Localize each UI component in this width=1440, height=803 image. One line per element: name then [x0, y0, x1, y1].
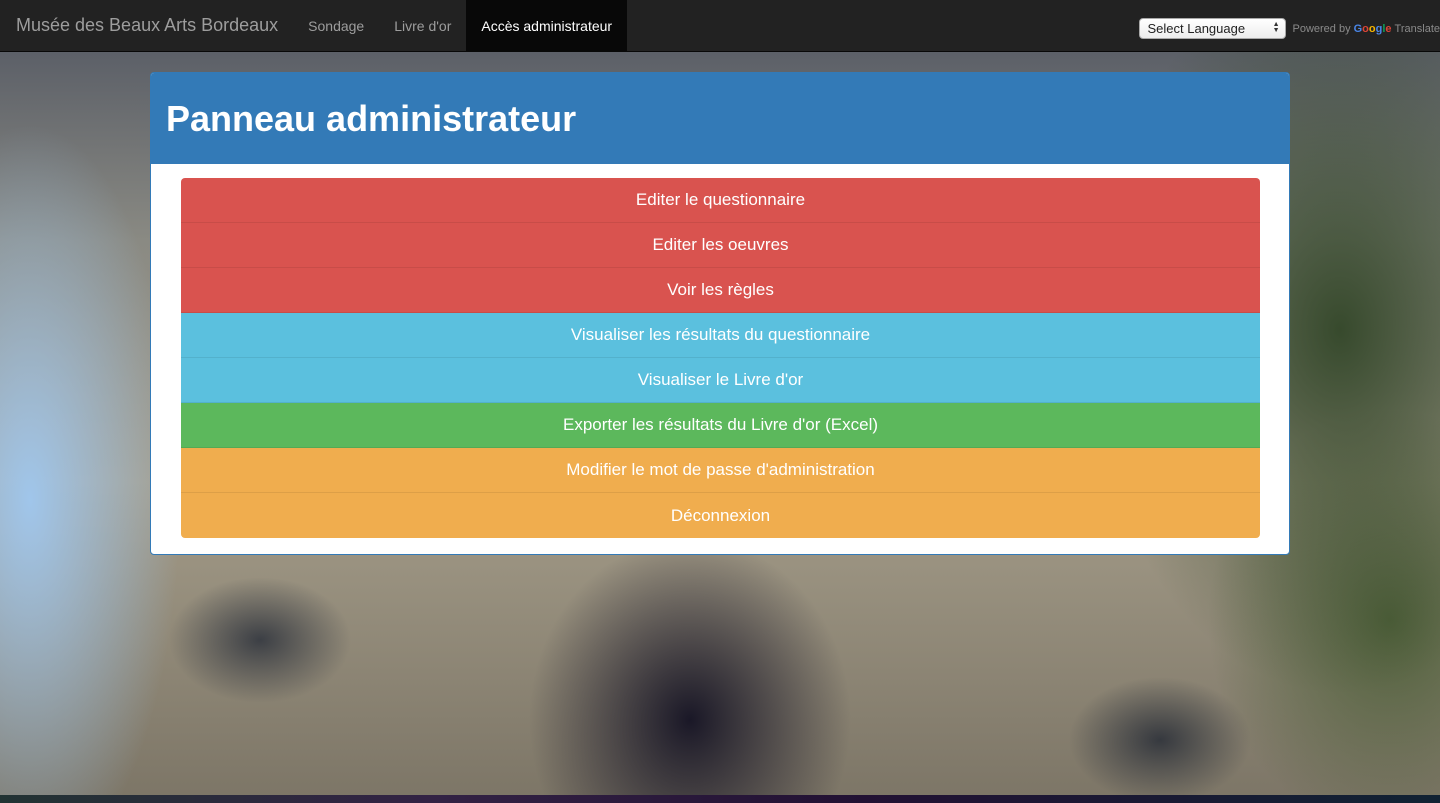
navbar-brand[interactable]: Musée des Beaux Arts Bordeaux — [0, 0, 293, 51]
select-arrows-icon: ▲ ▼ — [1272, 21, 1280, 34]
nav-item-acces-administrateur[interactable]: Accès administrateur — [466, 0, 628, 51]
powered-by-label: Powered by — [1292, 22, 1351, 35]
page-title: Panneau administrateur — [166, 97, 577, 139]
admin-panel: Panneau administrateur Editer le questio… — [150, 72, 1290, 555]
edit-artworks-button[interactable]: Editer les oeuvres — [181, 223, 1260, 268]
google-translate-widget: Select Language ▲ ▼ Powered by Google Trans… — [1138, 18, 1440, 39]
background-bottom-strip — [0, 795, 1440, 803]
translate-link[interactable]: Translate — [1395, 23, 1440, 35]
powered-by-google-translate: Powered by Google Translate — [1293, 23, 1440, 35]
google-logo: Google — [1353, 22, 1392, 35]
nav-item-sondage[interactable]: Sondage — [293, 0, 379, 51]
edit-questionnaire-button[interactable]: Editer le questionnaire — [181, 178, 1260, 223]
view-questionnaire-results-button[interactable]: Visualiser les résultats du questionnair… — [181, 313, 1260, 358]
admin-action-list: Editer le questionnaire Editer les oeuvr… — [181, 178, 1260, 538]
navbar: Musée des Beaux Arts Bordeaux Sondage Li… — [0, 0, 1440, 52]
change-admin-password-button[interactable]: Modifier le mot de passe d'administratio… — [181, 448, 1260, 493]
nav-item-livre-dor[interactable]: Livre d'or — [379, 0, 466, 51]
panel-heading: Panneau administrateur — [151, 73, 1289, 164]
language-select[interactable]: Select Language ▲ ▼ — [1138, 18, 1286, 39]
logout-button[interactable]: Déconnexion — [181, 493, 1260, 538]
language-select-value: Select Language — [1147, 21, 1246, 36]
view-rules-button[interactable]: Voir les règles — [181, 268, 1260, 313]
view-guestbook-button[interactable]: Visualiser le Livre d'or — [181, 358, 1260, 403]
export-guestbook-excel-button[interactable]: Exporter les résultats du Livre d'or (Ex… — [181, 403, 1260, 448]
